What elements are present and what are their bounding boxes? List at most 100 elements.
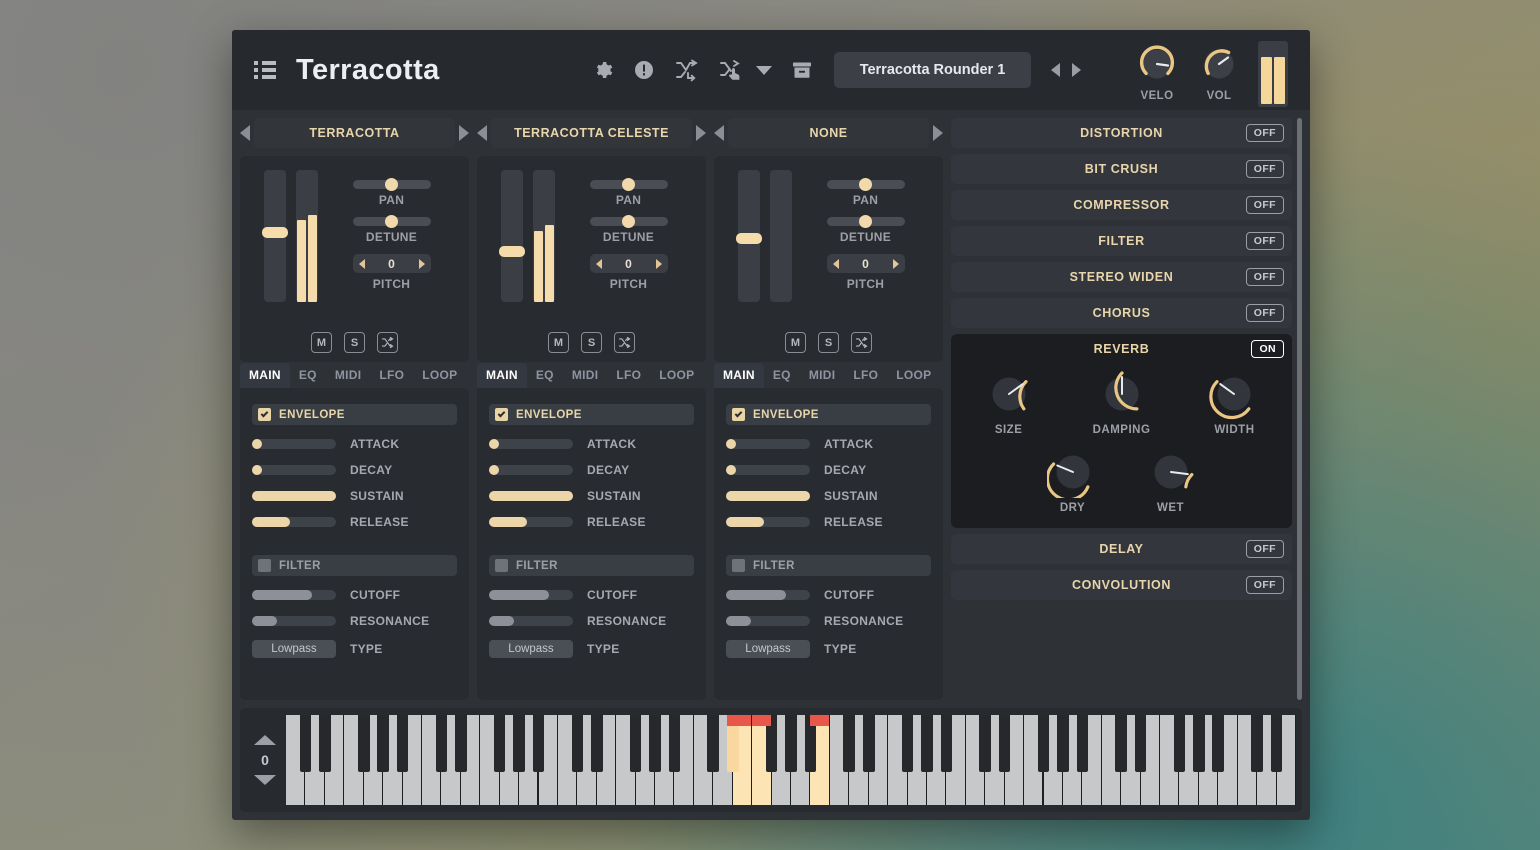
detune-slider[interactable] [826,215,905,228]
piano-black-key[interactable] [668,715,681,772]
piano-black-key[interactable] [1076,715,1089,772]
cutoff-slider[interactable] [252,590,336,600]
piano-black-key[interactable] [377,715,389,772]
layer-name-display[interactable]: TERRACOTTA CELESTE [491,118,692,148]
cutoff-slider[interactable] [726,590,810,600]
piano-black-key[interactable] [707,715,720,772]
pitch-up-button[interactable] [655,258,662,269]
tab-midi[interactable]: MIDI [563,363,608,388]
detune-slider[interactable] [352,215,431,228]
resonance-slider[interactable] [489,616,573,626]
tab-main[interactable]: MAIN [240,363,290,388]
layer-name-display[interactable]: TERRACOTTA [254,118,455,148]
pan-slider[interactable] [589,178,668,191]
piano-black-key[interactable] [513,715,525,772]
pitch-stepper[interactable]: 0 [589,254,668,273]
attack-slider[interactable] [252,439,336,449]
volume-fader-handle[interactable] [499,245,525,257]
piano-black-key[interactable] [319,715,331,772]
layer-next-button[interactable] [696,125,706,141]
piano-black-key[interactable] [357,715,370,772]
piano-black-key[interactable] [435,715,448,772]
piano-black-key[interactable] [862,715,875,772]
pan-slider[interactable] [826,178,905,191]
volume-fader-handle[interactable] [262,227,288,239]
piano-black-key[interactable] [1212,715,1225,772]
tab-loop[interactable]: LOOP [887,363,940,388]
envelope-checkbox[interactable] [495,408,508,421]
piano-black-key[interactable] [1037,715,1050,772]
solo-button[interactable]: S [581,332,602,353]
piano-black-key[interactable] [299,715,312,772]
solo-button[interactable]: S [818,332,839,353]
fx-row-stereo-widen[interactable]: STEREO WIDEN OFF [951,262,1292,292]
piano-black-key[interactable] [1193,715,1205,772]
volume-fader[interactable] [262,170,288,302]
gear-icon[interactable] [590,58,614,82]
piano-black-key[interactable] [396,715,409,772]
vol-knob[interactable]: VOL [1196,41,1242,102]
tab-loop[interactable]: LOOP [650,363,703,388]
filter-type-select[interactable]: Lowpass [489,640,573,658]
randomize-hand-icon[interactable] [718,58,744,82]
piano-black-key[interactable] [979,715,992,772]
volume-fader[interactable] [736,170,762,302]
tab-lfo[interactable]: LFO [607,363,650,388]
mute-button[interactable]: M [548,332,569,353]
layer-prev-button[interactable] [240,125,250,141]
pitch-up-button[interactable] [892,258,899,269]
decay-slider[interactable] [726,465,810,475]
detune-slider-handle[interactable] [859,215,872,228]
fx-toggle-button[interactable]: OFF [1245,540,1284,558]
fx-toggle-button[interactable]: OFF [1245,160,1284,178]
volume-fader-handle[interactable] [736,232,762,244]
release-slider[interactable] [252,517,336,527]
envelope-checkbox[interactable] [732,408,745,421]
tab-eq[interactable]: EQ [290,363,326,388]
knob-size[interactable]: SIZE [983,368,1035,436]
piano-black-key[interactable] [1270,715,1283,772]
fx-toggle-button[interactable]: OFF [1245,268,1284,286]
detune-slider[interactable] [589,215,668,228]
resonance-slider[interactable] [252,616,336,626]
decay-slider[interactable] [489,465,573,475]
pitch-stepper[interactable]: 0 [352,254,431,273]
detune-slider-handle[interactable] [622,215,635,228]
preset-name-display[interactable]: Terracotta Rounder 1 [833,52,1032,88]
archive-box-icon[interactable] [790,58,814,82]
piano-black-key[interactable] [590,715,603,772]
tab-loop[interactable]: LOOP [413,363,466,388]
effects-scrollbar[interactable] [1297,118,1302,700]
fx-row-delay[interactable]: DELAY OFF [951,534,1292,564]
release-slider[interactable] [726,517,810,527]
velo-knob[interactable]: VELO [1134,41,1180,102]
pitch-up-button[interactable] [418,258,425,269]
mute-button[interactable]: M [311,332,332,353]
tab-lfo[interactable]: LFO [844,363,887,388]
tab-eq[interactable]: EQ [527,363,563,388]
tab-main[interactable]: MAIN [714,363,764,388]
sustain-slider[interactable] [489,491,573,501]
piano-black-key[interactable] [1251,715,1263,772]
preset-next-button[interactable] [1072,63,1082,77]
piano-black-key[interactable] [1173,715,1186,772]
tab-lfo[interactable]: LFO [370,363,413,388]
master-level-meter[interactable] [1258,41,1288,107]
layer-random-button[interactable] [377,332,398,353]
pan-slider[interactable] [352,178,431,191]
pan-slider-handle[interactable] [622,178,635,191]
layer-random-button[interactable] [614,332,635,353]
octave-up-button[interactable] [254,735,276,745]
sustain-slider[interactable] [252,491,336,501]
list-menu-icon[interactable] [254,61,276,79]
piano-black-key[interactable] [1134,715,1147,772]
layer-prev-button[interactable] [477,125,487,141]
knob-wet[interactable]: WET [1145,446,1197,514]
pitch-down-button[interactable] [358,258,365,269]
piano-black-key[interactable] [843,715,856,772]
knob-width[interactable]: WIDTH [1208,368,1260,436]
envelope-checkbox[interactable] [258,408,271,421]
chevron-down-icon[interactable] [755,65,772,75]
tab-midi[interactable]: MIDI [326,363,371,388]
piano-black-key[interactable] [940,715,953,772]
